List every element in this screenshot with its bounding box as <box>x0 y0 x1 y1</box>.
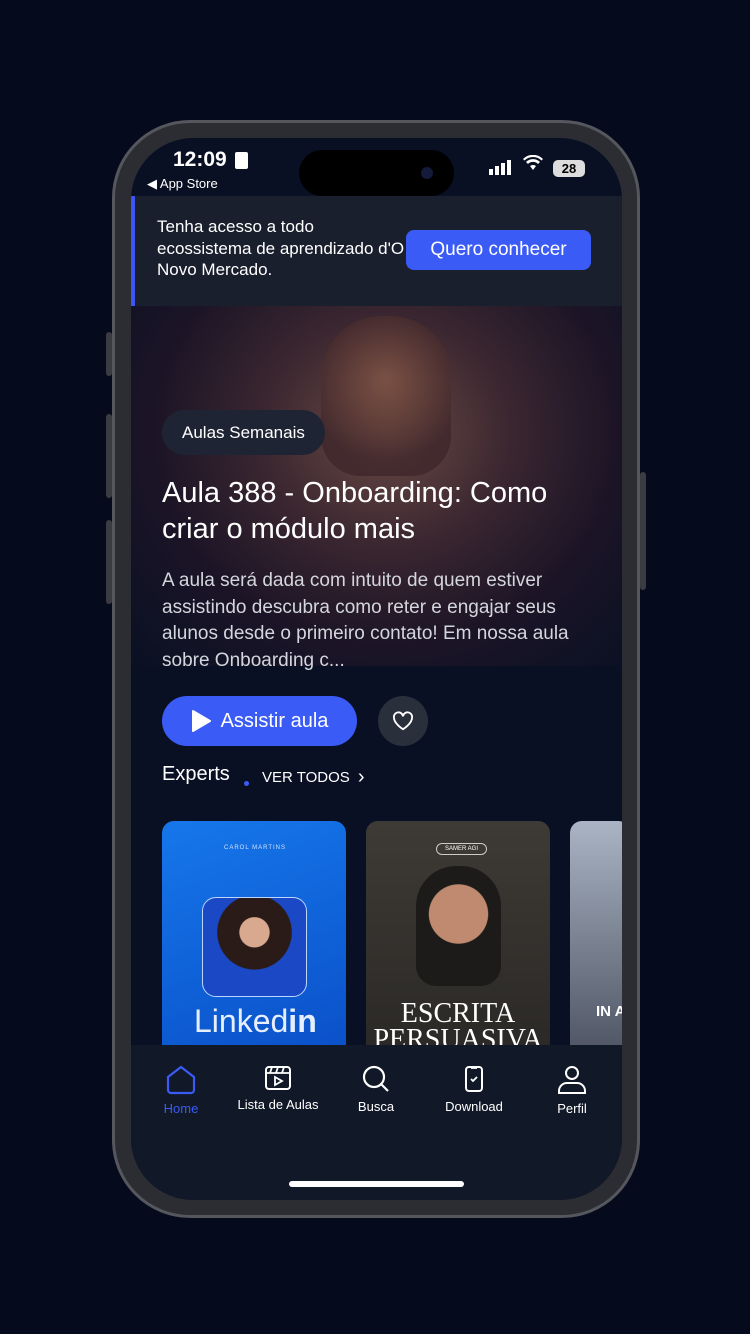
wifi-icon <box>523 154 543 176</box>
user-icon <box>558 1066 586 1094</box>
back-to-app-store[interactable]: ◀ App Store <box>147 176 218 192</box>
lesson-title: Aula 388 - Onboarding: Como criar o módu… <box>162 477 548 545</box>
see-all-link[interactable]: VER TODOS › <box>262 766 364 789</box>
play-icon <box>191 710 211 732</box>
phone-download-icon <box>465 1066 483 1092</box>
battery-indicator: 28 <box>553 160 585 177</box>
tab-lista-de-aulas[interactable]: Lista de Aulas <box>228 1065 328 1112</box>
expert-card[interactable]: CAROL MARTINS Linkedin <box>162 821 346 1061</box>
status-time: 12:09 <box>173 148 227 171</box>
heart-icon <box>393 711 413 731</box>
tab-busca[interactable]: Busca <box>326 1065 426 1114</box>
expert-card[interactable]: IN A <box>570 821 622 1061</box>
lesson-description: A aula será dada com intuito de quem est… <box>162 570 569 671</box>
side-button <box>106 332 112 376</box>
experts-heading: Experts <box>162 763 230 785</box>
separator-dot <box>244 781 249 786</box>
hero-image <box>321 316 451 476</box>
side-button <box>106 520 112 604</box>
home-icon <box>166 1065 196 1095</box>
tab-home[interactable]: Home <box>131 1065 231 1116</box>
watch-lesson-button[interactable]: Assistir aula <box>162 696 357 746</box>
tab-perfil[interactable]: Perfil <box>522 1065 622 1116</box>
promo-banner: Tenha acesso a todo ecossistema de apren… <box>131 196 622 306</box>
banner-text: Tenha acesso a todo ecossistema de apren… <box>157 217 405 279</box>
app-screen: 12:09 ◀ App Store 28 Tenha acesso a todo… <box>131 138 622 1200</box>
side-button <box>640 472 646 590</box>
tab-download[interactable]: Download <box>424 1065 524 1114</box>
home-indicator[interactable] <box>289 1181 464 1187</box>
chevron-right-icon: › <box>357 766 365 788</box>
favorite-button[interactable] <box>378 696 428 746</box>
expert-photo <box>202 897 307 997</box>
id-card-icon <box>235 152 248 169</box>
category-chip[interactable]: Aulas Semanais <box>162 410 325 455</box>
signal-icon <box>489 160 511 175</box>
dynamic-island <box>299 150 454 196</box>
tab-bar: Home Lista de Aulas Busca Download Perfi… <box>131 1045 622 1200</box>
expert-photo <box>416 866 501 986</box>
expert-card[interactable]: SAMER AGI ESCRITA PERSUASIVA <box>366 821 550 1061</box>
side-button <box>106 414 112 498</box>
video-list-icon <box>265 1066 291 1090</box>
search-icon <box>362 1065 389 1092</box>
quero-conhecer-button[interactable]: Quero conhecer <box>406 230 591 270</box>
